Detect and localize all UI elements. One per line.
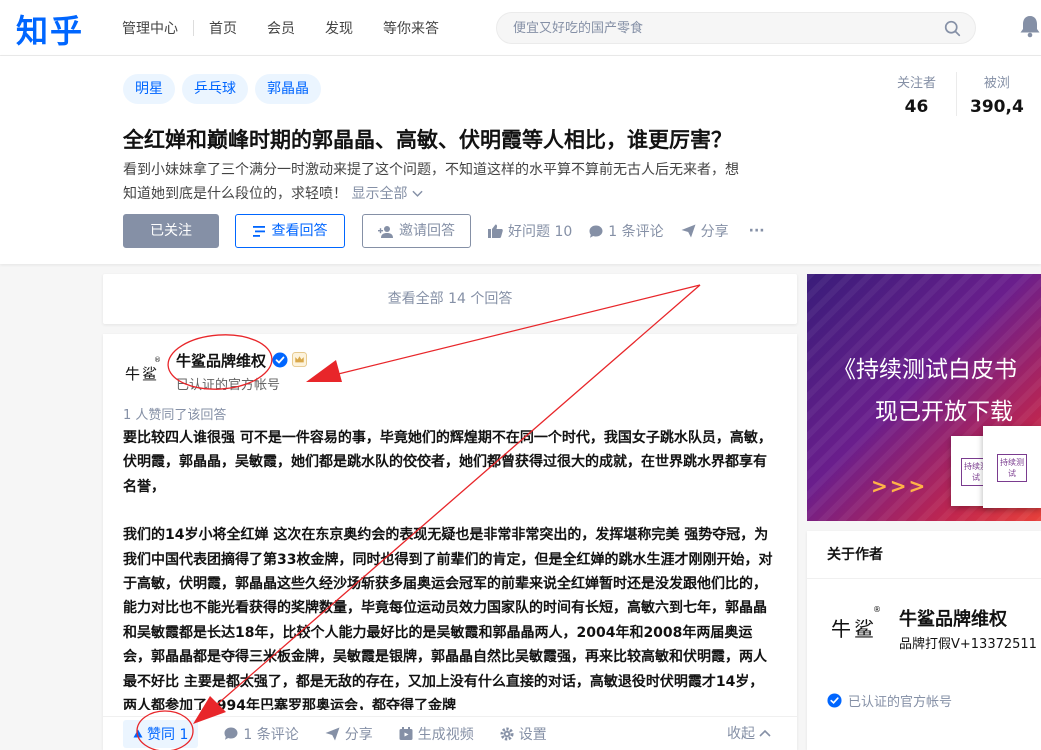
collapse-label: 收起 <box>727 726 755 742</box>
verified-badge-icon <box>272 352 288 368</box>
view-all-answers-link[interactable]: 查看全部 14 个回答 <box>103 274 797 324</box>
banner-subtitle: 现已开放下载 <box>875 399 1013 425</box>
answer-paragraph: 我们的14岁小将全红婵 这次在东京奥约会的表现无疑也是非常非常突出的，发挥堪称完… <box>123 527 773 710</box>
gear-icon <box>500 727 514 740</box>
whitepaper-banner[interactable]: 《持续测试白皮书 现已开放下载 >>> 持续测试 持续测试 <box>807 274 1041 521</box>
book-title: 持续测试 <box>997 454 1027 482</box>
question-comments-label: 1 条评论 <box>608 224 664 240</box>
generate-video-button[interactable]: 生成视频 <box>399 724 474 744</box>
search-input[interactable] <box>497 13 917 43</box>
invite-answer-label: 邀请回答 <box>399 223 455 239</box>
list-edit-icon <box>252 225 265 237</box>
avatar-text: 牛鲨 <box>124 364 159 383</box>
about-author-verified-label: 已认证的官方帐号 <box>848 695 953 710</box>
nav-item-waiting[interactable]: 等你来答 <box>383 18 439 38</box>
topic-tag[interactable]: 明星 <box>123 74 175 104</box>
nav-item-admin[interactable]: 管理中心 <box>122 18 178 38</box>
followers-stat[interactable]: 关注者 46 <box>897 72 936 117</box>
question-actions: 已关注 查看回答 邀请回答 好问题 10 1 条评论 分享 ··· <box>123 214 765 248</box>
about-author-verified: 已认证的官方帐号 <box>827 691 952 710</box>
crown-badge-icon <box>292 352 307 367</box>
about-author-avatar[interactable]: 牛鲨 ® <box>829 605 881 647</box>
question-description-line1: 看到小妹妹拿了三个满分一时激动来提了这个问题，不知道这样的水平算不算前无古人后无… <box>123 162 739 178</box>
top-navigation-bar: 知乎 管理中心 首页 会员 发现 等你来答 <box>0 0 1041 56</box>
question-header: 明星 乒乓球 郭晶晶 全红婵和巅峰时期的郭晶晶、高敏、伏明霞等人相比，谁更厉害？… <box>0 56 1041 264</box>
answer-card: 牛鲨 ® 牛鲨品牌维权 已认证的官方帐号 1 人赞同了该回答 要比较四人谁很强 … <box>103 334 797 750</box>
question-share-label: 分享 <box>700 224 729 240</box>
followed-button[interactable]: 已关注 <box>123 214 219 248</box>
nav-divider <box>193 20 194 36</box>
chevron-down-icon <box>412 190 423 197</box>
show-all-label: 显示全部 <box>351 186 408 202</box>
good-question-label: 好问题 10 <box>508 224 573 240</box>
video-icon <box>399 726 413 740</box>
author-official-label: 已认证的官方帐号 <box>176 378 281 393</box>
vote-up-button[interactable]: 赞同 1 <box>123 719 199 748</box>
share-icon <box>325 727 340 740</box>
share-icon <box>681 224 696 238</box>
registered-mark: ® <box>873 605 881 614</box>
zhihu-logo[interactable]: 知乎 <box>16 6 84 52</box>
question-comments-button[interactable]: 1 条评论 <box>589 221 664 241</box>
settings-label: 设置 <box>518 726 547 743</box>
good-question-button[interactable]: 好问题 10 <box>488 221 572 241</box>
answer-actions: 赞同 1 1 条评论 分享 生成视频 设置 收起 <box>103 716 797 750</box>
search-box <box>496 12 976 44</box>
triangle-up-icon <box>133 729 143 738</box>
invite-answer-button[interactable]: 邀请回答 <box>362 214 471 248</box>
comment-icon <box>589 225 603 238</box>
answer-comments-button[interactable]: 1 条评论 <box>224 724 299 744</box>
settings-button[interactable]: 设置 <box>500 724 547 744</box>
view-answers-button[interactable]: 查看回答 <box>235 214 345 248</box>
view-answers-label: 查看回答 <box>271 223 328 239</box>
verified-badge-icon <box>827 693 842 708</box>
vote-up-label: 赞同 1 <box>147 726 189 743</box>
views-count: 390,4 <box>970 97 1024 117</box>
topic-tag[interactable]: 郭晶晶 <box>255 74 321 104</box>
answer-content: 要比较四人谁很强 可不是一件容易的事，毕竟她们的辉煌期不在同一个时代，我国女子跳… <box>123 426 777 710</box>
about-author-title: 关于作者 <box>807 531 1041 579</box>
author-avatar[interactable]: 牛鲨 ® <box>123 354 161 392</box>
generate-video-label: 生成视频 <box>417 726 474 743</box>
followers-count: 46 <box>904 97 929 117</box>
nav-item-explore[interactable]: 发现 <box>325 18 353 38</box>
topic-tag[interactable]: 乒乓球 <box>182 74 248 104</box>
voters-count[interactable]: 1 人赞同了该回答 <box>123 404 226 423</box>
banner-arrows: >>> <box>871 474 928 498</box>
question-stats: 关注者 46 被浏 390,4 <box>897 72 1024 117</box>
question-share-button[interactable]: 分享 <box>681 221 729 241</box>
views-label: 被浏 <box>983 76 1010 91</box>
question-description-line2: 知道她到底是什么段位的，求轻喷！ <box>123 186 347 202</box>
answer-share-button[interactable]: 分享 <box>325 724 373 744</box>
answer-comments-label: 1 条评论 <box>243 726 299 743</box>
thumbs-up-icon <box>488 224 503 238</box>
question-title: 全红婵和巅峰时期的郭晶晶、高敏、伏明霞等人相比，谁更厉害？ <box>123 128 732 152</box>
comment-icon <box>224 727 238 740</box>
question-description: 看到小妹妹拿了三个满分一时激动来提了这个问题，不知道这样的水平算不算前无古人后无… <box>123 158 793 206</box>
answer-paragraph: 要比较四人谁很强 可不是一件容易的事，毕竟她们的辉煌期不在同一个时代，我国女子跳… <box>123 430 772 495</box>
registered-mark: ® <box>154 356 161 364</box>
author-name[interactable]: 牛鲨品牌维权 <box>176 350 266 371</box>
more-options-button[interactable]: ··· <box>749 223 765 239</box>
search-icon[interactable] <box>944 20 961 37</box>
about-author-description: 品牌打假V+13372511 <box>899 637 1037 652</box>
topic-tags: 明星 乒乓球 郭晶晶 <box>123 74 328 104</box>
nav-item-vip[interactable]: 会员 <box>267 18 295 38</box>
answer-share-label: 分享 <box>344 726 373 743</box>
chevron-up-icon <box>759 729 771 737</box>
stat-divider <box>956 72 958 116</box>
notification-bell-icon[interactable] <box>1019 14 1041 38</box>
collapse-button[interactable]: 收起 <box>727 723 771 743</box>
banner-title: 《持续测试白皮书 <box>833 357 1017 383</box>
add-user-icon <box>378 225 393 238</box>
book-image: 持续测试 <box>983 426 1041 508</box>
about-author-card: 关于作者 牛鲨 ® 牛鲨品牌维权 品牌打假V+13372511 已认证的官方帐号 <box>807 531 1041 750</box>
nav-item-home[interactable]: 首页 <box>209 18 237 38</box>
main-nav: 管理中心 首页 会员 发现 等你来答 <box>122 0 439 56</box>
views-stat: 被浏 390,4 <box>970 72 1024 117</box>
about-author-name[interactable]: 牛鲨品牌维权 <box>899 605 1007 631</box>
avatar-text: 牛鲨 <box>831 616 877 641</box>
followers-label: 关注者 <box>897 76 937 91</box>
show-all-link[interactable]: 显示全部 <box>351 186 423 202</box>
